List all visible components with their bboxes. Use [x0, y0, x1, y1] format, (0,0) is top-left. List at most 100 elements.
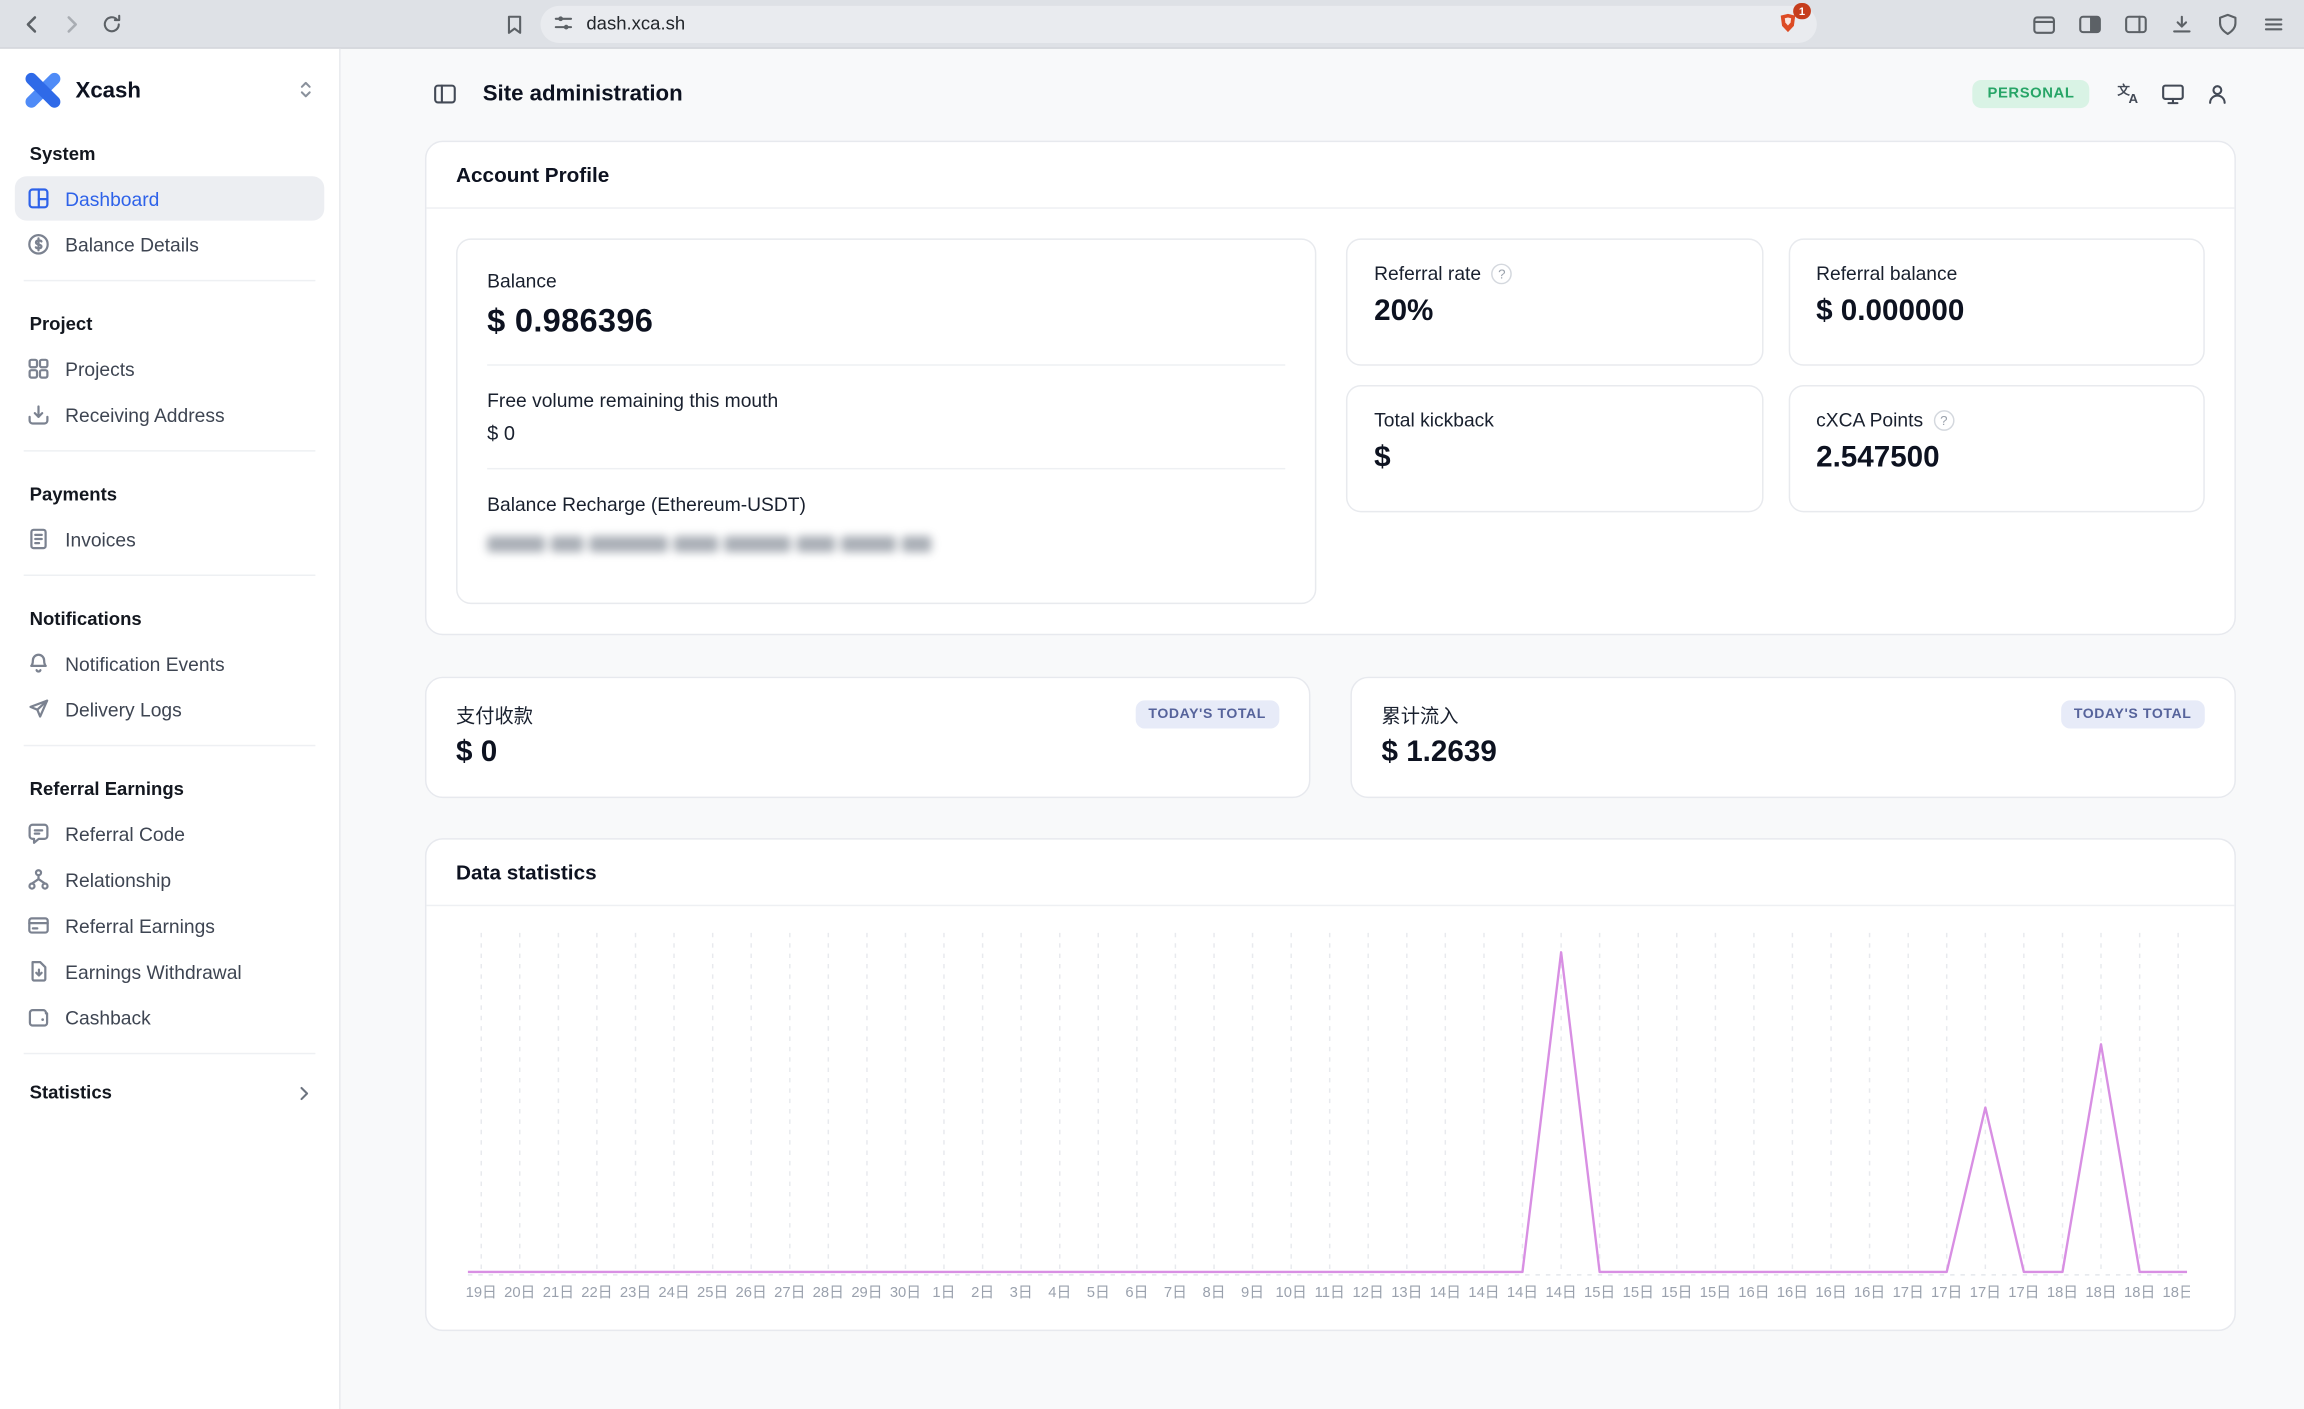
main-header: Site administration PERSONAL 文A [425, 61, 2236, 126]
sidebar-divider [24, 280, 316, 281]
sidebar-item-notification-events[interactable]: Notification Events [15, 641, 324, 685]
svg-text:1日: 1日 [932, 1285, 955, 1301]
toolbar-right-icons [2026, 6, 2291, 42]
svg-text:A: A [2128, 90, 2138, 105]
sidebar-item-label: Earnings Withdrawal [65, 960, 242, 982]
svg-text:3日: 3日 [1010, 1285, 1033, 1301]
svg-text:18日: 18日 [2163, 1285, 2190, 1301]
inflow-total-label: 累计流入 [1382, 700, 1459, 728]
svg-text:17日: 17日 [1970, 1285, 2001, 1301]
sidebar: Xcash SystemDashboardBalance DetailsProj… [0, 49, 341, 1409]
balance-label: Balance [487, 269, 1285, 291]
language-icon[interactable]: 文A [2109, 74, 2147, 112]
hierarchy-icon [27, 868, 51, 892]
svg-text:14日: 14日 [1545, 1285, 1576, 1301]
svg-text:4日: 4日 [1048, 1285, 1071, 1301]
forward-icon[interactable] [53, 6, 89, 42]
sidebar-item-label: Delivery Logs [65, 698, 182, 720]
brand-name: Xcash [76, 78, 282, 103]
sidebar-section-payments: Payments [0, 465, 339, 515]
svg-text:18日: 18日 [2085, 1285, 2116, 1301]
sidebar-item-referral-code[interactable]: Referral Code [15, 811, 324, 855]
brand: Xcash [0, 49, 339, 125]
split-view-icon[interactable] [2072, 6, 2108, 42]
account-profile-card: Account Profile Balance $ 0.986396 Free … [425, 141, 2236, 636]
display-icon[interactable] [2153, 74, 2191, 112]
workspace-switcher-icon[interactable] [295, 78, 319, 102]
app-frame: Xcash SystemDashboardBalance DetailsProj… [0, 49, 2304, 1409]
svg-text:22日: 22日 [581, 1285, 612, 1301]
sidebar-divider [24, 745, 316, 746]
sidebar-item-label: Dashboard [65, 187, 159, 209]
shield-count-badge: 1 [1793, 3, 1811, 19]
sidebar-section-project: Project [0, 295, 339, 345]
sidebar-item-label: Projects [65, 358, 135, 380]
stat-value: 2.547500 [1816, 441, 2177, 475]
sidebar-toggle-icon[interactable] [425, 74, 463, 112]
stat-card-referral-rate: Referral rate?20% [1346, 238, 1763, 365]
inflow-total-value: $ 1.2639 [1382, 736, 2205, 770]
sidebar-item-cashback[interactable]: Cashback [15, 995, 324, 1039]
payments-total-value: $ 0 [456, 736, 1279, 770]
sidebar-item-projects[interactable]: Projects [15, 346, 324, 390]
sidebar-item-relationship[interactable]: Relationship [15, 857, 324, 901]
svg-text:24日: 24日 [658, 1285, 689, 1301]
stat-card-referral-balance: Referral balance$ 0.000000 [1788, 238, 2205, 365]
sidebar-item-receiving-address[interactable]: Receiving Address [15, 392, 324, 436]
sidebar-nav: SystemDashboardBalance DetailsProjectPro… [0, 124, 339, 1067]
sidebar-item-balance-details[interactable]: Balance Details [15, 222, 324, 266]
stat-value: $ 0.000000 [1816, 295, 2177, 329]
bell-icon [27, 652, 51, 676]
svg-text:30日: 30日 [890, 1285, 921, 1301]
svg-text:17日: 17日 [2008, 1285, 2039, 1301]
recharge-label: Balance Recharge (Ethereum-USDT) [487, 493, 1285, 515]
svg-text:26日: 26日 [736, 1285, 767, 1301]
chat-tag-icon [27, 822, 51, 846]
sidebar-item-referral-earnings[interactable]: Referral Earnings [15, 903, 324, 947]
svg-text:15日: 15日 [1661, 1285, 1692, 1301]
svg-text:12日: 12日 [1353, 1285, 1384, 1301]
downloads-icon[interactable] [2163, 6, 2199, 42]
svg-text:23日: 23日 [620, 1285, 651, 1301]
account-stats-grid: Referral rate?20%Referral balance$ 0.000… [1346, 238, 2205, 604]
free-volume-label: Free volume remaining this mouth [487, 389, 1285, 411]
card-icon [27, 914, 51, 938]
chevron-right-icon [293, 1082, 315, 1104]
wallet-icon[interactable] [2026, 6, 2062, 42]
svg-text:18日: 18日 [2124, 1285, 2155, 1301]
svg-text:20日: 20日 [504, 1285, 535, 1301]
bookmark-icon[interactable] [496, 6, 532, 42]
svg-text:28日: 28日 [813, 1285, 844, 1301]
sidebar-item-label: Cashback [65, 1006, 151, 1028]
stat-label: Total kickback [1374, 409, 1494, 431]
reload-icon[interactable] [93, 6, 129, 42]
site-settings-icon[interactable] [552, 12, 576, 36]
help-icon[interactable]: ? [1491, 263, 1512, 284]
sidebar-item-statistics[interactable]: Statistics [15, 1071, 324, 1115]
sidebar-item-delivery-logs[interactable]: Delivery Logs [15, 687, 324, 731]
help-icon[interactable]: ? [1933, 409, 1954, 430]
sidebar-item-dashboard[interactable]: Dashboard [15, 176, 324, 220]
menu-icon[interactable] [2255, 6, 2291, 42]
send-icon [27, 697, 51, 721]
stat-value: $ [1374, 441, 1735, 475]
inflow-total-card: 累计流入 TODAY'S TOTAL $ 1.2639 [1350, 677, 2235, 798]
svg-text:9日: 9日 [1241, 1285, 1264, 1301]
account-profile-title: Account Profile [426, 142, 2234, 209]
sidebar-panel-icon[interactable] [2117, 6, 2153, 42]
back-icon[interactable] [13, 6, 49, 42]
data-statistics-card: Data statistics 19日20日21日22日23日24日25日26日… [425, 838, 2236, 1331]
sidebar-item-invoices[interactable]: Invoices [15, 517, 324, 561]
account-icon[interactable] [2197, 74, 2235, 112]
toolbar-nav-icons [13, 6, 128, 42]
payments-total-label: 支付收款 [456, 700, 533, 728]
xcash-logo-icon [24, 71, 62, 109]
stat-label: cXCA Points [1816, 409, 1923, 431]
brave-shields-button[interactable]: 1 [1772, 9, 1805, 39]
address-bar[interactable]: dash.xca.sh 1 [540, 5, 1816, 42]
rewards-shield-icon[interactable] [2209, 6, 2245, 42]
recharge-address-blurred[interactable] [487, 536, 931, 552]
grid-icon [27, 357, 51, 381]
sidebar-divider [24, 450, 316, 451]
sidebar-item-earnings-withdrawal[interactable]: Earnings Withdrawal [15, 949, 324, 993]
